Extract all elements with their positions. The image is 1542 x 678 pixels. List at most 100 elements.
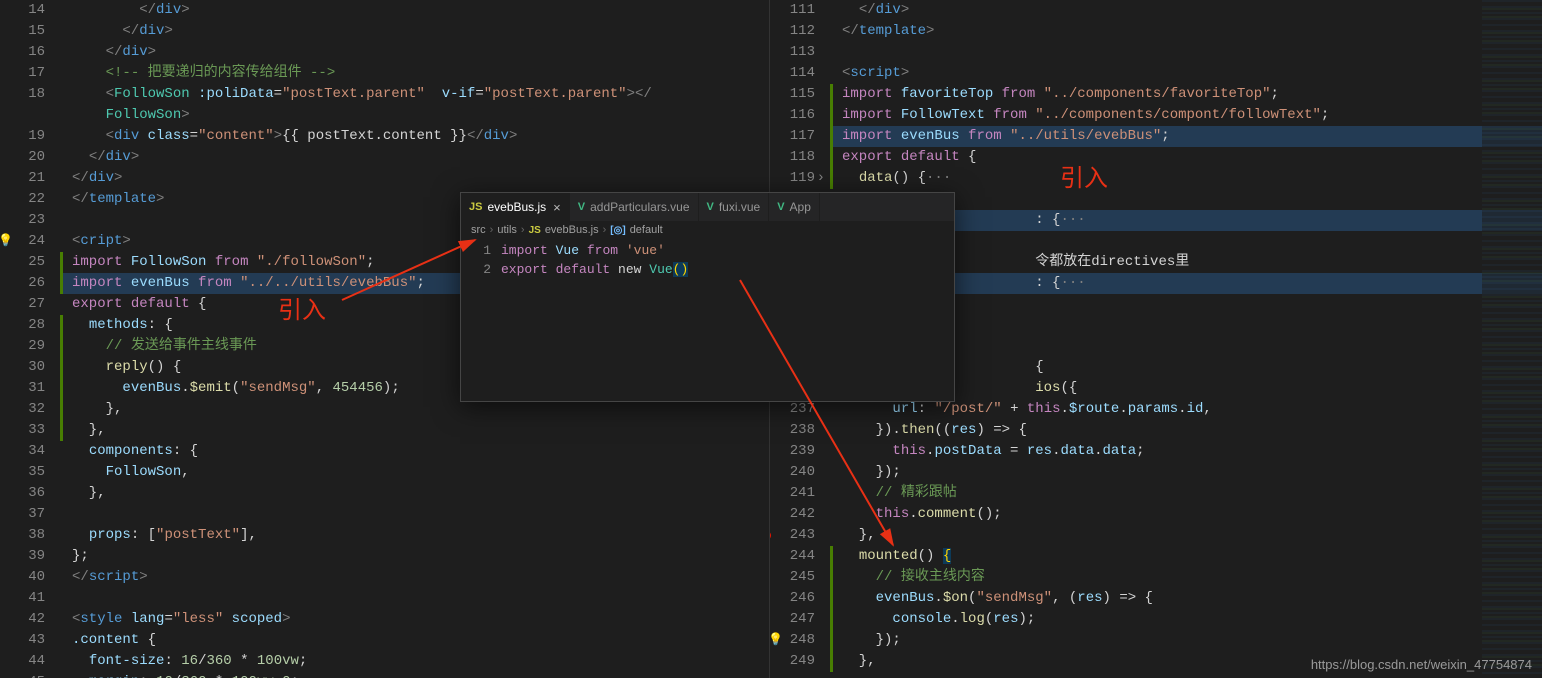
line-number[interactable]: 40 — [0, 567, 45, 588]
line-number[interactable]: 32 — [0, 399, 45, 420]
minimap[interactable] — [1482, 0, 1542, 678]
line-number[interactable]: 244 — [770, 546, 815, 567]
line-number[interactable]: 17 — [0, 63, 45, 84]
floating-editor-group[interactable]: JSevebBus.js×VaddParticulars.vueVfuxi.vu… — [460, 192, 955, 402]
line-number[interactable]: 237 — [770, 399, 815, 420]
line-number[interactable]: 111 — [770, 0, 815, 21]
code-line[interactable]: mounted() { — [830, 546, 1542, 567]
code-line[interactable]: <div class="content">{{ postText.content… — [72, 126, 769, 147]
code-line[interactable]: }; — [72, 546, 769, 567]
breadcrumb-segment[interactable]: evebBus.js — [545, 224, 599, 236]
code-line[interactable]: }, — [60, 399, 769, 420]
code-line[interactable]: <!-- 把要递归的内容传给组件 --> — [72, 63, 769, 84]
code-line[interactable]: import evenBus from "../utils/evebBus"; — [830, 126, 1542, 147]
code-line[interactable]: import favoriteTop from "../components/f… — [830, 84, 1542, 105]
line-number[interactable]: 20 — [0, 147, 45, 168]
code-line[interactable]: components: { — [72, 441, 769, 462]
line-number[interactable]: 37 — [0, 504, 45, 525]
line-number[interactable]: 112 — [770, 21, 815, 42]
code-line[interactable]: }); — [830, 630, 1542, 651]
line-number[interactable]: 114 — [770, 63, 815, 84]
line-number[interactable]: 36 — [0, 483, 45, 504]
line-number[interactable]: 247 — [770, 609, 815, 630]
line-number[interactable]: 24 — [0, 231, 45, 252]
tab-fuxi-vue[interactable]: Vfuxi.vue — [699, 193, 770, 221]
line-number[interactable]: 14 — [0, 0, 45, 21]
line-number[interactable]: 113 — [770, 42, 815, 63]
line-number[interactable]: 27 — [0, 294, 45, 315]
code-line[interactable]: props: ["postText"], — [72, 525, 769, 546]
floating-code[interactable]: 1import Vue from 'vue'2export default ne… — [461, 239, 954, 279]
tab-evebbus-js[interactable]: JSevebBus.js× — [461, 193, 570, 221]
line-number[interactable]: 41 — [0, 588, 45, 609]
code-line[interactable]: font-size: 16/360 * 100vw; — [72, 651, 769, 672]
line-number[interactable]: 42 — [0, 609, 45, 630]
line-number[interactable]: 245 — [770, 567, 815, 588]
line-number[interactable]: 23 — [0, 210, 45, 231]
code-line[interactable]: }, — [842, 525, 1542, 546]
code-line[interactable]: margin: 10/360 * 100vw 0; — [72, 672, 769, 678]
code-line[interactable]: </script> — [72, 567, 769, 588]
code-line[interactable]: <FollowSon :poliData="postText.parent" v… — [72, 84, 769, 105]
line-number[interactable] — [0, 105, 45, 126]
code-line[interactable]: import FollowText from "../components/co… — [830, 105, 1542, 126]
code-line[interactable]: data() {··· — [830, 168, 1542, 189]
line-number[interactable]: 28 — [0, 315, 45, 336]
line-number[interactable]: 26 — [0, 273, 45, 294]
code-line[interactable]: // 接收主线内容 — [830, 567, 1542, 588]
gutter-left[interactable]: 1415161718192021222324252627282930313233… — [0, 0, 55, 678]
line-number[interactable]: 18 — [0, 84, 45, 105]
tab-app[interactable]: VApp — [769, 193, 820, 221]
line-number[interactable]: 246 — [770, 588, 815, 609]
code-line[interactable]: </div> — [842, 0, 1542, 21]
line-number[interactable]: 21 — [0, 168, 45, 189]
line-number[interactable]: 242 — [770, 504, 815, 525]
code-line[interactable]: }); — [842, 462, 1542, 483]
line-number[interactable]: 249 — [770, 651, 815, 672]
code-line[interactable]: // 精彩跟帖 — [842, 483, 1542, 504]
breadcrumb[interactable]: src›utils›JSevebBus.js›[◎]default — [461, 221, 954, 239]
code-line[interactable]: import Vue from 'vue' — [501, 243, 665, 258]
code-line[interactable]: </div> — [72, 21, 769, 42]
line-number[interactable]: 115 — [770, 84, 815, 105]
code-line[interactable]: </template> — [842, 21, 1542, 42]
line-number[interactable]: 118 — [770, 147, 815, 168]
line-number[interactable]: 22 — [0, 189, 45, 210]
line-number[interactable]: 39 — [0, 546, 45, 567]
code-line[interactable]: <script> — [842, 63, 1542, 84]
line-number[interactable]: 19 — [0, 126, 45, 147]
line-number[interactable]: 116 — [770, 105, 815, 126]
code-line[interactable]: FollowSon> — [72, 105, 769, 126]
line-number[interactable]: 45 — [0, 672, 45, 678]
code-line[interactable]: url: "/post/" + this.$route.params.id, — [842, 399, 1542, 420]
code-line[interactable]: this.postData = res.data.data; — [842, 441, 1542, 462]
line-number[interactable]: 31 — [0, 378, 45, 399]
close-icon[interactable]: × — [553, 200, 561, 215]
line-number[interactable]: 35 — [0, 462, 45, 483]
code-line[interactable] — [842, 42, 1542, 63]
code-line[interactable]: }, — [72, 483, 769, 504]
line-number[interactable]: 38 — [0, 525, 45, 546]
code-line[interactable]: </div> — [72, 42, 769, 63]
line-number[interactable]: 43 — [0, 630, 45, 651]
line-number[interactable]: 238 — [770, 420, 815, 441]
tab-addparticulars-vue[interactable]: VaddParticulars.vue — [570, 193, 699, 221]
code-line[interactable]: evenBus.$on("sendMsg", (res) => { — [830, 588, 1542, 609]
code-line[interactable] — [72, 588, 769, 609]
code-line[interactable]: }, — [60, 420, 769, 441]
line-number[interactable]: 25 — [0, 252, 45, 273]
line-number[interactable]: 248 — [770, 630, 815, 651]
code-line[interactable]: </div> — [72, 168, 769, 189]
line-number[interactable]: 239 — [770, 441, 815, 462]
line-number[interactable]: 30 — [0, 357, 45, 378]
line-number[interactable]: 34 — [0, 441, 45, 462]
code-line[interactable] — [72, 504, 769, 525]
breadcrumb-segment[interactable]: default — [630, 224, 663, 236]
line-number[interactable]: 2 — [461, 260, 491, 279]
line-number[interactable]: 241 — [770, 483, 815, 504]
line-number[interactable]: 119 — [770, 168, 815, 189]
code-line[interactable]: <style lang="less" scoped> — [72, 609, 769, 630]
line-number[interactable]: 240 — [770, 462, 815, 483]
code-line[interactable]: .content { — [72, 630, 769, 651]
code-line[interactable]: export default new Vue() — [501, 262, 688, 277]
